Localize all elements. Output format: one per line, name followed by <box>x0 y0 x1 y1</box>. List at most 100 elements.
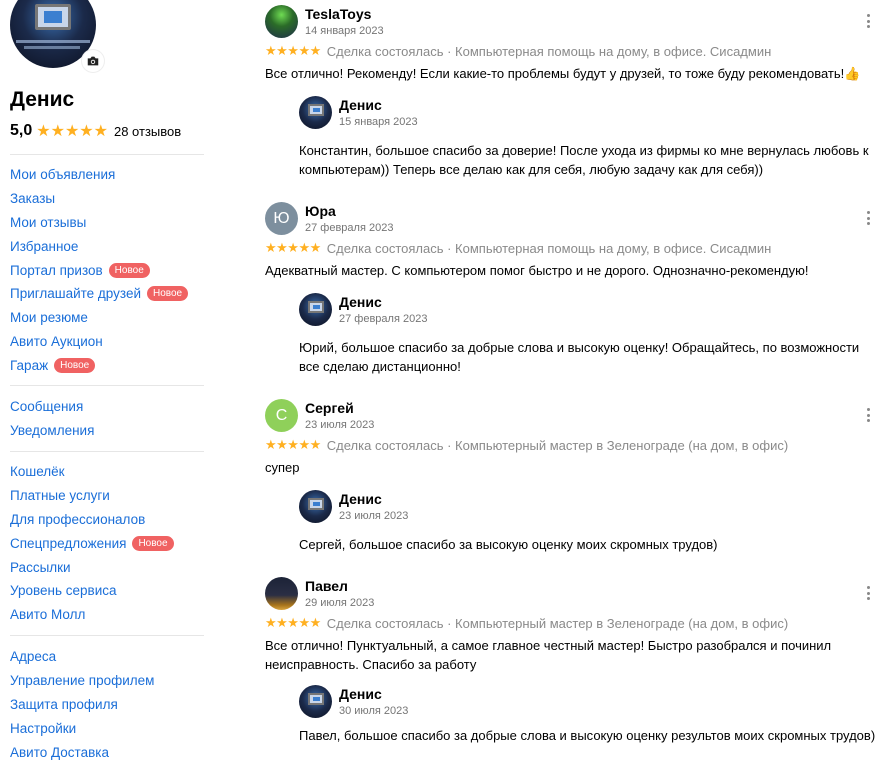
sidebar-menu-label: Для профессионалов <box>10 511 146 527</box>
more-options-icon[interactable] <box>866 586 870 600</box>
sidebar-menu-item[interactable]: Для профессионалов <box>10 508 174 532</box>
review-item: С Сергей 23 июля 2023 ★★★★★ Сделка состо… <box>265 394 880 554</box>
reviews-count-link[interactable]: 28 отзывов <box>114 124 181 139</box>
more-options-icon[interactable] <box>866 408 870 422</box>
review-stars-icon: ★★★★★ <box>265 615 321 630</box>
reply-author[interactable]: Денис <box>339 294 382 310</box>
sidebar-menu-item[interactable]: Избранное <box>10 234 188 258</box>
sidebar-menu-label: Авито Доставка <box>10 744 109 760</box>
sidebar-menu-item[interactable]: Заказы <box>10 187 188 211</box>
sidebar-menu-item[interactable]: Авито Молл <box>10 603 174 627</box>
sidebar-menu-label: Платные услуги <box>10 488 110 504</box>
sidebar-menu-item[interactable]: Мои отзывы <box>10 211 188 235</box>
seller-reply: Денис 27 февраля 2023 Юрий, большое спас… <box>299 288 880 376</box>
reviewer-avatar[interactable] <box>265 5 298 38</box>
reply-text: Сергей, большое спасибо за высокую оценк… <box>299 537 718 552</box>
sidebar-menu-item[interactable]: Приглашайте друзей Новое <box>10 282 189 306</box>
sidebar-menu-label: Приглашайте друзей <box>10 286 142 302</box>
review-date: 29 июля 2023 <box>305 597 375 609</box>
reply-author[interactable]: Денис <box>339 686 382 702</box>
reply-date: 27 февраля 2023 <box>339 313 428 325</box>
reviewer-name[interactable]: Сергей <box>305 400 354 416</box>
seller-reply: Денис 30 июля 2023 Павел, большое спасиб… <box>299 680 880 745</box>
divider <box>10 385 204 386</box>
reply-author[interactable]: Денис <box>339 97 382 113</box>
sidebar-menu-item[interactable]: Платные услуги <box>10 484 174 508</box>
reviewer-name[interactable]: Павел <box>305 578 348 594</box>
sidebar-menu-item[interactable]: Управление профилем <box>10 669 154 693</box>
camera-icon[interactable] <box>82 50 104 72</box>
reviewer-name[interactable]: Юра <box>305 203 336 219</box>
seller-avatar[interactable] <box>299 293 332 326</box>
sidebar-menu-label: Защита профиля <box>10 696 118 712</box>
reviewer-avatar[interactable]: Ю <box>265 202 298 235</box>
sidebar-menu-item[interactable]: Спецпредложения Новое <box>10 531 174 555</box>
new-badge: Новое <box>147 286 189 302</box>
sidebar-menu-label: Мои отзывы <box>10 214 87 230</box>
review-text: Все отлично! Пунктуальный, а самое главн… <box>265 638 832 672</box>
review-date: 14 января 2023 <box>305 25 384 37</box>
rating-value: 5,0 <box>10 122 33 139</box>
sidebar-menu-item[interactable]: Защита профиля <box>10 693 154 717</box>
sidebar-menu-item[interactable]: Гараж Новое <box>10 353 188 377</box>
reviewer-avatar[interactable] <box>265 577 298 610</box>
avatar-caption-line <box>16 40 90 43</box>
sidebar-menu-item[interactable]: Адреса <box>10 645 154 669</box>
seller-reply: Денис 15 января 2023 Константин, большое… <box>299 91 880 179</box>
review-text: Все отлично! Рекоменду! Если какие-то пр… <box>265 66 861 81</box>
sidebar-menu-label: Адреса <box>10 649 57 665</box>
sidebar-menu-item[interactable]: Мои объявления <box>10 163 188 187</box>
sidebar-menu-label: Авито Аукцион <box>10 333 103 349</box>
reviewer-avatar[interactable]: С <box>265 399 298 432</box>
menu-group-main: Мои объявления Заказы Мои отзывы Избранное П… <box>10 163 189 377</box>
profile-name: Денис <box>10 88 75 111</box>
divider <box>10 451 204 452</box>
deal-status: Сделка состоялась · Компьютерная помощь … <box>326 240 772 256</box>
seller-avatar[interactable] <box>299 685 332 718</box>
menu-group-services: Кошелёк Платные услуги Для профессионалов С… <box>10 460 174 627</box>
sidebar-menu-item[interactable]: Уведомления <box>10 419 94 443</box>
new-badge: Новое <box>132 535 174 551</box>
sidebar-menu-item[interactable]: Мои резюме <box>10 306 188 330</box>
reply-author[interactable]: Денис <box>339 491 382 507</box>
review-item: Ю Юра 27 февраля 2023 ★★★★★ Сделка состо… <box>265 197 880 376</box>
sidebar-menu-label: Спецпредложения <box>10 535 127 551</box>
review-text: супер <box>265 460 300 475</box>
sidebar-menu-item[interactable]: Уровень сервиса <box>10 579 174 603</box>
divider <box>10 635 204 636</box>
sidebar-menu-label: Сообщения <box>10 399 84 415</box>
sidebar-menu-item[interactable]: Сообщения <box>10 395 94 419</box>
sidebar-menu-item[interactable]: Настройки <box>10 716 154 740</box>
menu-group-settings: Адреса Управление профилем Защита профиля Н… <box>10 645 154 764</box>
sidebar-menu-item[interactable]: Авито Доставка <box>10 740 154 764</box>
deal-status: Сделка состоялась · Компьютерная помощь … <box>326 43 772 59</box>
seller-avatar[interactable] <box>299 96 332 129</box>
review-stars-icon: ★★★★★ <box>265 43 321 58</box>
more-options-icon[interactable] <box>866 14 870 28</box>
sidebar-menu-item[interactable]: Авито Аукцион <box>10 330 188 354</box>
reply-date: 15 января 2023 <box>339 116 418 128</box>
sidebar-menu-item[interactable]: Портал призов Новое <box>10 258 188 282</box>
sidebar-menu-item[interactable]: Рассылки <box>10 555 174 579</box>
sidebar-menu-label: Авито Молл <box>10 607 86 623</box>
sidebar-menu-label: Уровень сервиса <box>10 583 117 599</box>
reply-text: Юрий, большое спасибо за добрые слова и … <box>299 340 860 374</box>
sidebar-menu-label: Гараж <box>10 357 49 373</box>
seller-avatar[interactable] <box>299 490 332 523</box>
sidebar-menu-label: Кошелёк <box>10 464 65 480</box>
sidebar-menu-label: Управление профилем <box>10 673 155 689</box>
menu-group-messages: Сообщения Уведомления <box>10 395 94 443</box>
review-date: 27 февраля 2023 <box>305 222 394 234</box>
profile-rating: 5,0 ★★★★★ 28 отзывов <box>10 121 181 141</box>
deal-status: Сделка состоялась · Компьютерный мастер … <box>326 437 789 453</box>
sidebar-menu-item[interactable]: Кошелёк <box>10 460 174 484</box>
review-text: Адекватный мастер. С компьютером помог б… <box>265 263 809 278</box>
sidebar-menu-label: Избранное <box>10 238 79 254</box>
reviewer-name[interactable]: TeslaToys <box>305 6 371 22</box>
avatar-caption-line <box>24 46 80 49</box>
sidebar-menu-label: Мои объявления <box>10 167 116 183</box>
rating-stars-icon: ★★★★★ <box>36 123 108 140</box>
more-options-icon[interactable] <box>866 211 870 225</box>
review-item: Павел 29 июля 2023 ★★★★★ Сделка состояла… <box>265 572 880 745</box>
new-badge: Новое <box>108 262 150 278</box>
